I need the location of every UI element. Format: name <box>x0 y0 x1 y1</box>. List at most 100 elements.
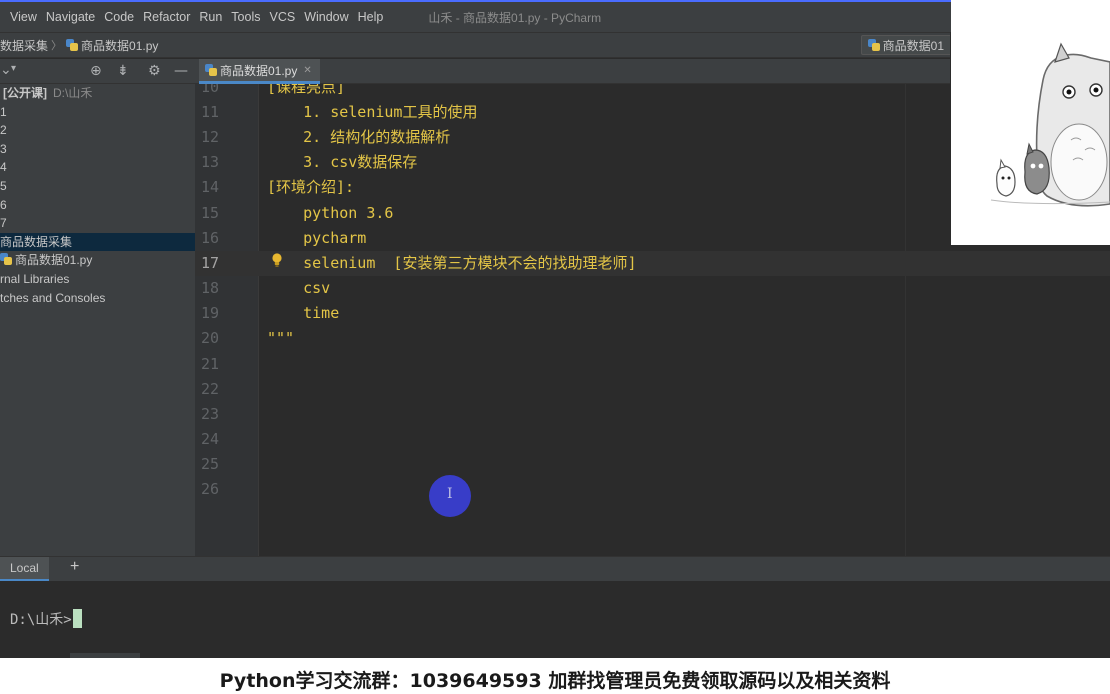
tree-item-folder[interactable]: 2 <box>0 121 195 140</box>
code-line: 20 """ <box>195 326 1110 351</box>
terminal-panel[interactable]: D:\山禾> <box>0 581 1110 658</box>
project-tree: [公开课] D:\山禾 1 2 3 4 5 6 7 商品数据采集 商品数据01.p… <box>0 84 195 556</box>
project-toolbar: ⌄ ▾ ⊕ ⇟ ⚙ — <box>0 59 195 84</box>
editor-tab-bar: 商品数据01.py ✕ <box>195 59 950 84</box>
tree-item-label: 5 <box>0 178 7 193</box>
tree-item-label: 1 <box>0 104 7 119</box>
tree-item-label: 6 <box>0 197 7 212</box>
code-text: python 3.6 <box>267 204 394 222</box>
code-line: 18 csv <box>195 276 1110 301</box>
add-terminal-button[interactable]: + <box>70 558 79 576</box>
editor-tab-active[interactable]: 商品数据01.py ✕ <box>199 59 320 84</box>
line-number: 24 <box>200 430 219 448</box>
code-line: 21 <box>195 352 1110 377</box>
line-number: 15 <box>200 204 219 222</box>
terminal-tab-local[interactable]: Local <box>0 557 49 582</box>
code-text: 1. selenium工具的使用 <box>267 103 478 121</box>
menu-vcs[interactable]: VCS <box>265 10 299 24</box>
lightbulb-icon[interactable] <box>271 252 283 268</box>
line-number: 11 <box>200 103 219 121</box>
menu-run[interactable]: Run <box>195 10 226 24</box>
terminal-tab-bar: Local + <box>0 556 1110 582</box>
text-cursor-icon: I <box>447 486 453 502</box>
line-number: 20 <box>200 329 219 347</box>
tree-item-scratches[interactable]: tches and Consoles <box>0 289 195 308</box>
tree-item-label: 4 <box>0 160 7 175</box>
tree-item-label: rnal Libraries <box>0 271 70 286</box>
tree-item-root[interactable]: [公开课] D:\山禾 <box>0 84 195 103</box>
tree-item-folder[interactable]: 6 <box>0 196 195 215</box>
tree-item-folder[interactable]: 5 <box>0 177 195 196</box>
navigation-bar: 数据采集 〉 商品数据01.py 商品数据01 <box>0 32 950 58</box>
tree-item-label: 2 <box>0 123 7 138</box>
breadcrumb-file[interactable]: 商品数据01.py <box>66 37 158 54</box>
totoro-drawing <box>990 42 1110 207</box>
code-line: 26 <box>195 477 1110 502</box>
tree-item-folder[interactable]: 4 <box>0 158 195 177</box>
tree-item-label: 商品数据采集 <box>0 234 73 249</box>
window-title: 山禾 - 商品数据01.py - PyCharm <box>428 10 602 25</box>
line-number: 26 <box>200 480 219 498</box>
tree-item-path: D:\山禾 <box>53 86 93 100</box>
breadcrumb-folder[interactable]: 数据采集 <box>0 37 48 54</box>
mouse-cursor-highlight: I <box>429 475 471 517</box>
menu-refactor[interactable]: Refactor <box>139 10 194 24</box>
code-text: [课程亮点] <box>267 84 346 96</box>
tree-item-folder[interactable]: 7 <box>0 214 195 233</box>
locate-target-icon[interactable]: ⊕ <box>90 63 102 79</box>
menu-bar: View Navigate Code Refactor Run Tools VC… <box>0 0 1110 32</box>
python-file-icon <box>867 39 880 51</box>
line-number: 21 <box>200 355 219 373</box>
line-number: 16 <box>200 229 219 247</box>
line-number: 14 <box>200 178 219 196</box>
tree-item-folder[interactable]: 1 <box>0 103 195 122</box>
menu-tools[interactable]: Tools <box>227 10 264 24</box>
menu-code[interactable]: Code <box>100 10 138 24</box>
dropdown-arrow-icon[interactable]: ▾ <box>11 63 16 74</box>
terminal-cursor <box>72 609 82 628</box>
line-number: 22 <box>200 380 219 398</box>
run-configuration-selector[interactable]: 商品数据01 <box>860 35 950 55</box>
code-text: """ <box>267 329 295 347</box>
tree-item-external-libraries[interactable]: rnal Libraries <box>0 270 195 289</box>
code-line: 19 time <box>195 301 1110 326</box>
code-text: 3. csv数据保存 <box>267 153 418 171</box>
gear-icon[interactable]: ⚙ <box>148 63 161 79</box>
breadcrumb-file-label: 商品数据01.py <box>81 38 159 53</box>
code-line: 23 <box>195 402 1110 427</box>
tree-item-file[interactable]: 商品数据01.py <box>0 251 195 270</box>
tree-item-label: 商品数据01.py <box>15 253 93 268</box>
totoro-illustration <box>951 0 1110 245</box>
close-icon[interactable]: ✕ <box>303 65 311 76</box>
menu-view[interactable]: View <box>0 10 41 24</box>
menu-navigate[interactable]: Navigate <box>42 10 99 24</box>
line-number: 18 <box>200 279 219 297</box>
code-text: 2. 结构化的数据解析 <box>267 128 451 146</box>
tree-item-label: tches and Consoles <box>0 290 106 305</box>
breadcrumb-folder-label: 数据采集 <box>0 38 49 53</box>
menu-help[interactable]: Help <box>354 10 388 24</box>
line-number: 25 <box>200 455 219 473</box>
line-number: 17 <box>200 254 219 272</box>
python-file-icon <box>205 64 217 76</box>
code-text: csv <box>267 279 331 297</box>
menu-window[interactable]: Window <box>300 10 352 24</box>
tree-item-label: 7 <box>0 216 7 231</box>
tree-item-label: 3 <box>0 141 7 156</box>
line-number: 13 <box>200 153 219 171</box>
promo-caption: Python学习交流群：1039649593 加群找管理员免费领取源码以及相关资… <box>0 658 1110 694</box>
collapse-arrow-icon[interactable]: ⌄ <box>0 62 12 78</box>
breadcrumb-separator-icon: 〉 <box>51 40 63 52</box>
code-text: selenium [安装第三方模块不会的找助理老师] <box>267 254 637 272</box>
tree-item-folder[interactable]: 3 <box>0 140 195 159</box>
hide-panel-icon[interactable]: — <box>174 63 188 79</box>
code-text: [环境介绍]: <box>267 178 355 196</box>
tree-item-label: [公开课] <box>3 86 47 100</box>
editor-tab-label: 商品数据01.py <box>220 63 298 78</box>
collapse-all-icon[interactable]: ⇟ <box>117 63 129 79</box>
tree-item-selected-folder[interactable]: 商品数据采集 <box>0 232 195 252</box>
line-number: 23 <box>200 405 219 423</box>
code-line: 22 <box>195 377 1110 402</box>
pycharm-window: View Navigate Code Refactor Run Tools VC… <box>0 0 1110 694</box>
code-text: pycharm <box>267 229 367 247</box>
